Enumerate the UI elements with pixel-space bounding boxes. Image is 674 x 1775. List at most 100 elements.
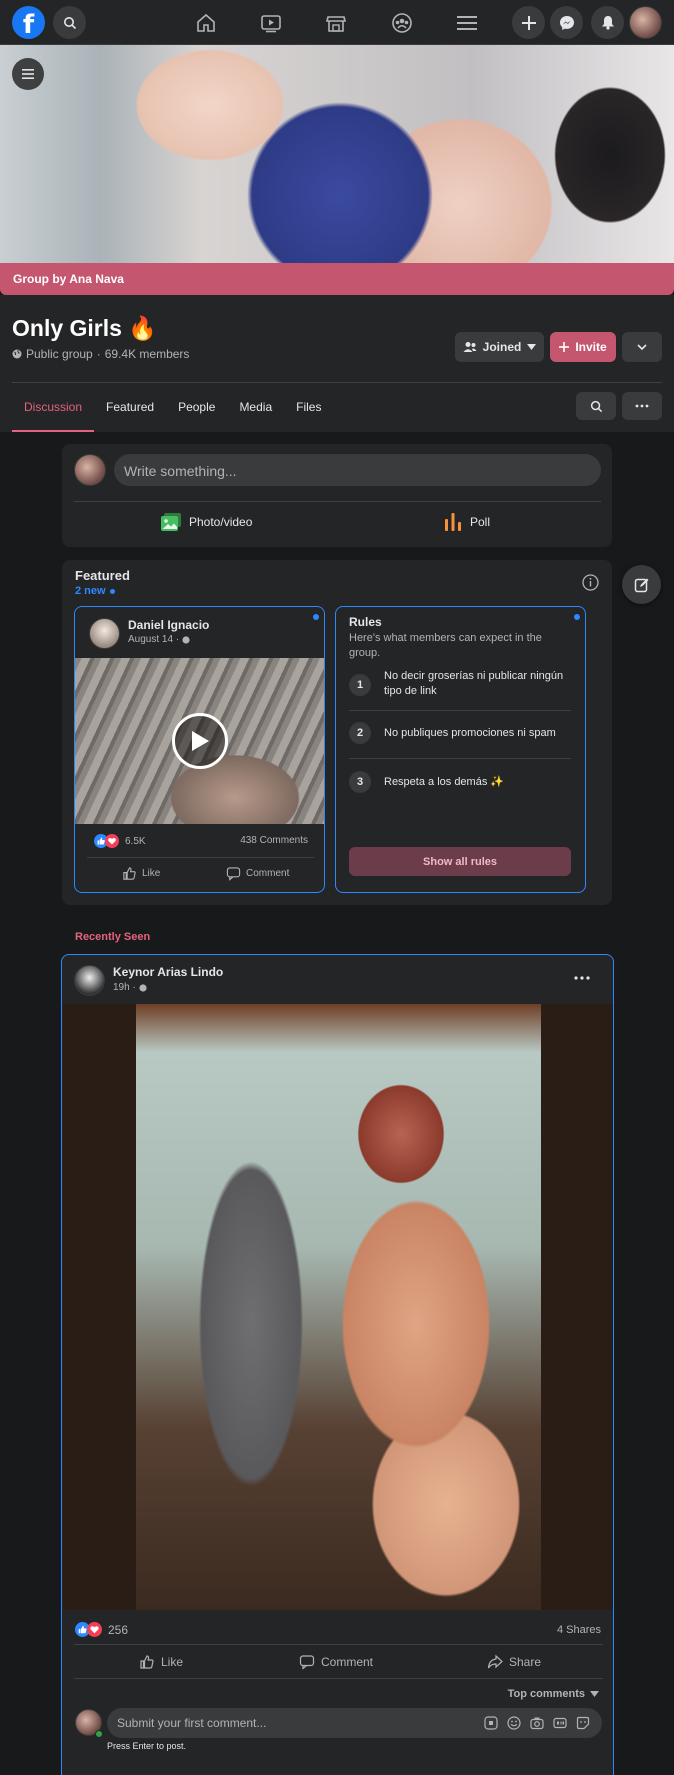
- thumbs-up-icon: [140, 1655, 154, 1669]
- photo-video-button[interactable]: Photo/video: [161, 513, 252, 531]
- post-share-label: Share: [509, 1655, 542, 1669]
- tab-files[interactable]: Files: [284, 398, 333, 432]
- post-author-avatar[interactable]: [74, 965, 105, 996]
- groups-icon[interactable]: [389, 10, 415, 36]
- invite-label: Invite: [575, 340, 607, 354]
- rule-divider: [349, 710, 571, 711]
- group-by-label: Group by Ana Nava: [13, 272, 124, 286]
- post-author-name[interactable]: Keynor Arias Lindo: [113, 965, 223, 979]
- reaction-count: 6.5K: [125, 835, 146, 847]
- post-share-button[interactable]: Share: [487, 1654, 541, 1670]
- sticker-icon: [484, 1716, 498, 1730]
- post-reactions[interactable]: 256: [75, 1622, 128, 1637]
- profile-avatar[interactable]: [629, 6, 662, 39]
- featured-post-date: August 14 ·: [128, 634, 190, 645]
- post-photo[interactable]: [63, 1004, 613, 1610]
- post-comment-label: Comment: [321, 1655, 374, 1669]
- post-divider: [74, 1678, 603, 1679]
- group-search-button[interactable]: [576, 392, 616, 420]
- top-navigation-bar: f: [0, 0, 674, 45]
- top-comments-filter[interactable]: Top comments: [508, 1688, 599, 1700]
- group-title: Only Girls 🔥: [12, 315, 157, 341]
- joined-button[interactable]: Joined: [455, 332, 544, 362]
- write-something-input[interactable]: Write something...: [114, 454, 601, 486]
- featured-comment-button[interactable]: Comment: [226, 866, 289, 881]
- post-photo-content: [136, 1004, 541, 1610]
- show-all-rules-button[interactable]: Show all rules: [349, 847, 571, 876]
- unread-dot: [313, 614, 319, 620]
- globe-icon: [12, 349, 22, 359]
- poll-icon: [445, 513, 461, 531]
- rule-text: No publiques promociones ni spam: [384, 727, 556, 739]
- joined-people-icon: [463, 342, 477, 352]
- tab-media[interactable]: Media: [227, 398, 284, 432]
- member-count[interactable]: 69.4K members: [105, 347, 190, 361]
- post-like-button[interactable]: Like: [139, 1654, 183, 1670]
- group-by-banner[interactable]: Group by Ana Nava: [0, 263, 674, 295]
- tabs-more-button[interactable]: [622, 392, 662, 420]
- post-divider: [74, 1644, 603, 1645]
- cover-menu-button[interactable]: [12, 58, 44, 90]
- comment-label: Comment: [246, 868, 290, 879]
- post-composer: Write something... Photo/video Poll: [62, 444, 612, 547]
- rules-subtitle: Here's what members can expect in the gr…: [349, 632, 542, 659]
- more-options-button[interactable]: [622, 332, 662, 362]
- search-button[interactable]: [53, 6, 86, 39]
- online-status-dot: [95, 1730, 103, 1738]
- video-thumbnail[interactable]: [75, 658, 324, 824]
- create-button[interactable]: [512, 6, 545, 39]
- rule-number: 2: [349, 722, 371, 744]
- facebook-logo[interactable]: f: [12, 6, 45, 39]
- notifications-button[interactable]: [591, 6, 624, 39]
- watch-icon[interactable]: [258, 10, 284, 36]
- tab-featured[interactable]: Featured: [94, 398, 166, 432]
- marketplace-icon[interactable]: [323, 10, 349, 36]
- comment-count[interactable]: 438 Comments: [240, 835, 308, 846]
- rule-text: Respeta a los demás ✨: [384, 776, 505, 788]
- info-icon[interactable]: [582, 574, 599, 596]
- plus-icon: [521, 15, 536, 30]
- author-avatar[interactable]: [89, 618, 120, 649]
- post-date-text: August 14 ·: [128, 634, 180, 645]
- more-dots-icon: [635, 404, 649, 408]
- photo-icon: [161, 513, 181, 531]
- love-reaction-icon: [87, 1622, 102, 1637]
- featured-like-button[interactable]: Like: [122, 866, 160, 881]
- rule-number: 3: [349, 771, 371, 793]
- post-share-count[interactable]: 4 Shares: [557, 1624, 601, 1636]
- post-options-button[interactable]: [574, 967, 590, 985]
- compose-post-button[interactable]: [622, 565, 661, 604]
- menu-icon[interactable]: [454, 10, 480, 36]
- messenger-button[interactable]: [550, 6, 583, 39]
- tab-people[interactable]: People: [166, 398, 227, 432]
- featured-author-name[interactable]: Daniel Ignacio: [128, 618, 209, 632]
- post-comment-button[interactable]: Comment: [299, 1654, 373, 1670]
- play-icon: [192, 731, 209, 751]
- joined-label: Joined: [482, 340, 522, 354]
- more-dots-icon: [574, 976, 590, 980]
- featured-reactions[interactable]: 6.5K: [94, 834, 146, 848]
- globe-icon: [139, 983, 147, 992]
- invite-button[interactable]: Invite: [550, 332, 616, 362]
- edit-icon: [634, 578, 648, 592]
- featured-post-card[interactable]: Daniel Ignacio August 14 · 6.5K 438 Comm…: [74, 606, 325, 893]
- group-tabs: Discussion Featured People Media Files: [12, 398, 333, 432]
- cover-photo: [0, 45, 674, 263]
- rule-divider: [349, 758, 571, 759]
- new-dot: [109, 588, 115, 594]
- rules-card[interactable]: Rules Here's what members can expect in …: [335, 606, 586, 893]
- composer-divider: [74, 501, 601, 502]
- caret-down-icon: [527, 344, 537, 350]
- featured-divider: [87, 857, 314, 858]
- new-posts-indicator[interactable]: 2 new: [75, 585, 115, 597]
- home-icon[interactable]: [193, 10, 219, 36]
- play-button[interactable]: [172, 713, 228, 769]
- meta-separator: ·: [96, 347, 101, 361]
- search-icon: [63, 16, 76, 29]
- poll-button[interactable]: Poll: [444, 513, 490, 531]
- rule-number: 1: [349, 674, 371, 696]
- share-icon: [487, 1654, 503, 1669]
- tab-discussion[interactable]: Discussion: [12, 398, 95, 432]
- emoji-icon: [507, 1716, 521, 1730]
- group-meta: Public group · 69.4K members: [12, 347, 189, 361]
